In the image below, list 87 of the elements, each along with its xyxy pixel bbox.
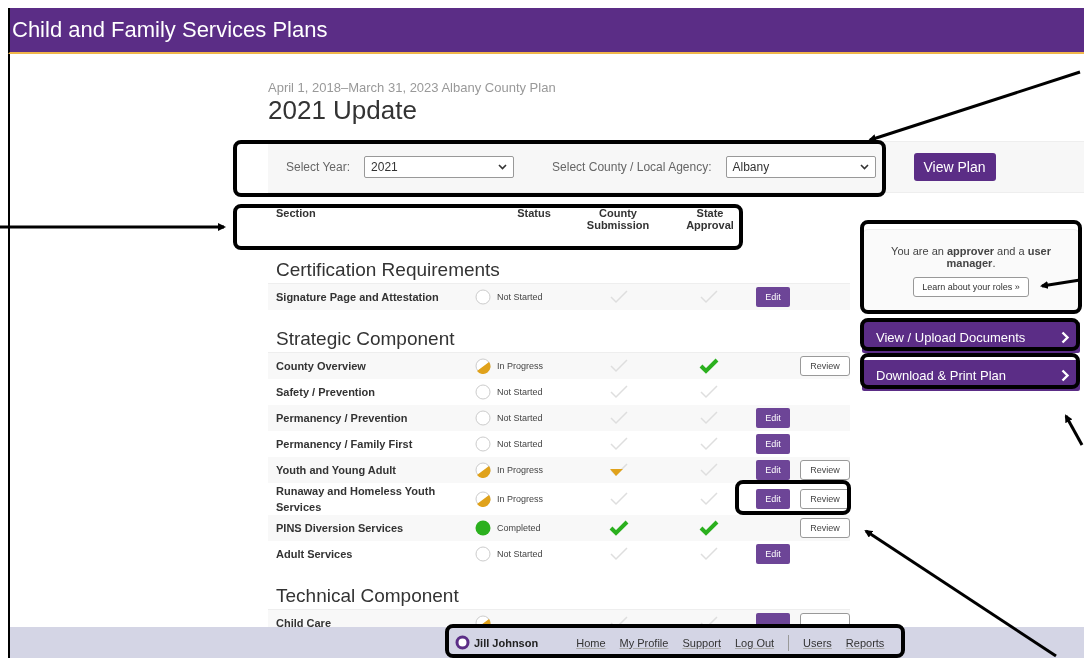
section-name: County Overview — [275, 359, 367, 374]
status-icon — [475, 289, 492, 305]
footer-link[interactable]: Log Out — [734, 636, 775, 649]
section-name: Permanency / Prevention — [275, 411, 409, 426]
status-icon — [475, 462, 492, 478]
chevron-right-icon — [1061, 369, 1070, 382]
column-header: Status — [516, 207, 552, 221]
section-name: Safety / Prevention — [275, 385, 377, 400]
edit-button[interactable]: Edit — [756, 544, 790, 564]
section-name: Youth and Young Adult — [275, 463, 397, 478]
section-name: Permanency / Family First — [275, 437, 414, 452]
check-icon — [698, 520, 719, 536]
roles-note: You are an approver and a user manager. — [890, 245, 1052, 269]
footer-link[interactable]: My Profile — [619, 636, 669, 649]
annotation-arrow — [1064, 414, 1084, 446]
status-icon — [475, 546, 492, 562]
user-icon — [455, 635, 470, 650]
edit-button[interactable]: Edit — [756, 460, 790, 480]
learn-roles-button[interactable]: Learn about your roles » — [913, 277, 1029, 297]
check-outline-icon — [609, 384, 630, 400]
chevron-down-icon — [498, 164, 508, 170]
column-header: State Approval — [685, 207, 735, 233]
chevron-right-icon — [1061, 331, 1070, 344]
section-name: Signature Page and Attestation — [275, 290, 440, 305]
review-button[interactable]: Review — [800, 460, 850, 480]
review-button[interactable]: Review — [800, 489, 850, 509]
status-label: Completed — [497, 523, 541, 533]
footer-link[interactable]: Home — [576, 636, 606, 649]
footer-link[interactable]: Support — [682, 636, 721, 649]
filter-label: Select Year: — [286, 160, 351, 174]
check-outline-icon — [698, 289, 719, 305]
status-label: Not Started — [497, 439, 543, 449]
footer-link[interactable]: Users — [803, 636, 832, 649]
partial-check-icon — [609, 462, 630, 478]
check-outline-icon — [698, 410, 719, 426]
check-icon — [609, 520, 630, 536]
status-icon — [475, 436, 492, 452]
dropdown[interactable]: 2021 — [364, 156, 515, 178]
status-icon — [475, 358, 492, 374]
status-label: In Progress — [497, 361, 544, 371]
status-label: In Progress — [497, 465, 544, 475]
check-outline-icon — [698, 384, 719, 400]
check-outline-icon — [609, 358, 630, 374]
review-button[interactable]: Review — [800, 518, 850, 538]
status-label: Not Started — [497, 292, 543, 302]
group-heading: Certification Requirements — [276, 259, 501, 281]
app-title: Child and Family Services Plans — [11, 17, 328, 43]
status-label: In Progress — [497, 494, 544, 504]
group-heading: Strategic Component — [276, 328, 456, 350]
plan-period: April 1, 2018–March 31, 2023 Albany County Plan — [268, 80, 557, 95]
section-name: Runaway and Homeless Youth Services — [275, 484, 437, 515]
check-outline-icon — [698, 491, 719, 507]
check-icon — [698, 358, 719, 374]
page-title: 2021 Update — [268, 95, 418, 125]
status-icon — [475, 410, 492, 426]
check-outline-icon — [698, 436, 719, 452]
filter-label: Select County / Local Agency: — [552, 160, 712, 174]
review-button[interactable]: Review — [800, 356, 850, 376]
view-plan-button[interactable]: View Plan — [913, 153, 996, 181]
edit-button[interactable]: Edit — [756, 287, 790, 307]
user-name: Jill Johnson — [474, 636, 539, 649]
status-icon — [475, 384, 492, 400]
section-name: PINS Diversion Services — [275, 521, 405, 536]
check-outline-icon — [698, 462, 719, 478]
status-label: Not Started — [497, 549, 543, 559]
status-icon — [475, 520, 492, 536]
section-name: Adult Services — [275, 547, 354, 562]
annotation-arrow — [1040, 278, 1081, 289]
footer-link[interactable]: Reports — [845, 636, 885, 649]
edit-button[interactable]: Edit — [756, 408, 790, 428]
check-outline-icon — [609, 436, 630, 452]
status-icon — [475, 491, 492, 507]
check-outline-icon — [698, 546, 719, 562]
status-label: Not Started — [497, 387, 543, 397]
chevron-down-icon — [859, 164, 869, 170]
status-label: Not Started — [497, 413, 543, 423]
column-header: County Submission — [585, 207, 651, 233]
check-outline-icon — [609, 546, 630, 562]
check-outline-icon — [609, 289, 630, 305]
group-heading: Technical Component — [276, 585, 460, 607]
edit-button[interactable]: Edit — [756, 434, 790, 454]
check-outline-icon — [609, 491, 630, 507]
section-name: Child Care — [275, 616, 332, 627]
dropdown[interactable]: Albany — [725, 156, 876, 178]
column-header: Section — [275, 207, 317, 221]
check-outline-icon — [609, 410, 630, 426]
edit-button[interactable]: Edit — [756, 489, 790, 509]
